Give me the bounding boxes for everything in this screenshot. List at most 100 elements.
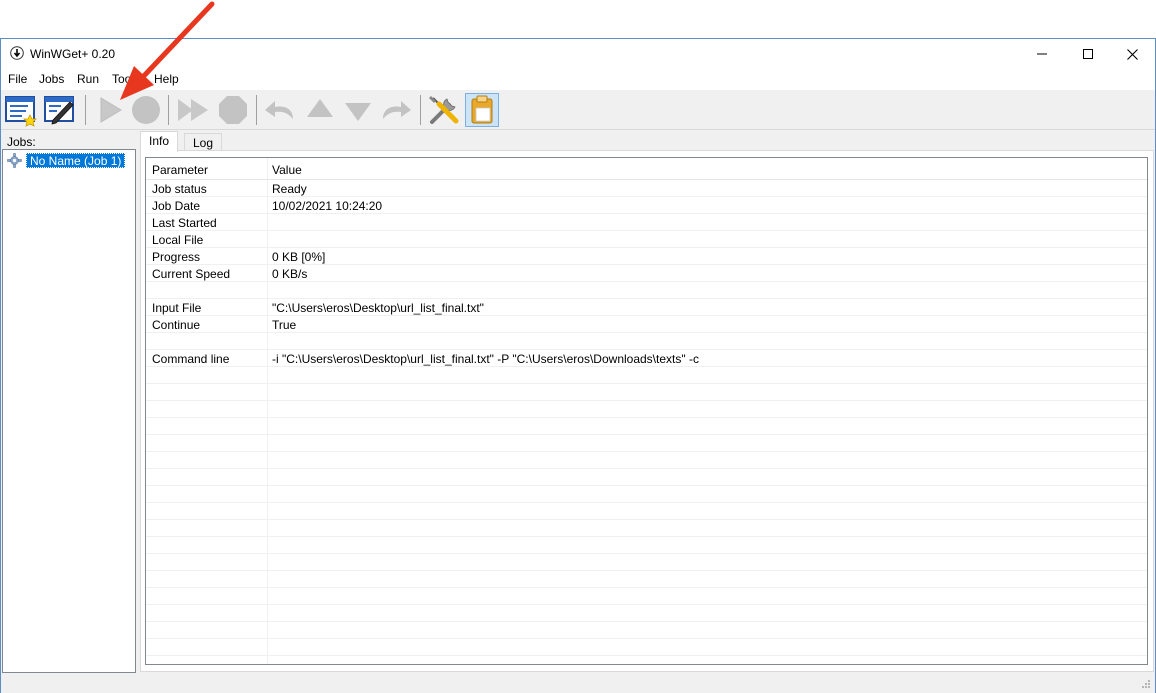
stop-all-button[interactable]: [216, 93, 250, 127]
cell-value: 0 KB/s: [272, 267, 308, 281]
cell-value: 0 KB [0%]: [272, 250, 326, 264]
title-bar[interactable]: WinWGet+ 0.20: [1, 39, 1155, 69]
cell-value: 10/02/2021 10:24:20: [272, 199, 383, 213]
empty-row[interactable]: [146, 554, 1147, 571]
table-row[interactable]: Job status Ready: [146, 180, 1147, 197]
cell-parameter: Local File: [152, 233, 204, 247]
job-label: No Name (Job 1): [26, 153, 126, 168]
cell-parameter: Job Date: [152, 199, 201, 213]
cell-value: True: [272, 318, 297, 332]
table-row[interactable]: Last Started: [146, 214, 1147, 231]
main-window: WinWGet+ 0.20 File Jobs Run Tools Help J…: [0, 38, 1156, 693]
run-all-button[interactable]: [176, 93, 210, 127]
toolbar: [1, 90, 1155, 130]
header-parameter: Parameter: [152, 163, 209, 177]
minimize-button[interactable]: [1019, 39, 1065, 69]
cell-value: Ready: [272, 182, 307, 196]
table-row[interactable]: Command line -i "C:\Users\eros\Desktop\ur…: [146, 350, 1147, 367]
empty-row[interactable]: [146, 469, 1147, 486]
empty-row[interactable]: [146, 605, 1147, 622]
tab-info[interactable]: Info: [140, 131, 179, 152]
menu-tools[interactable]: Tools: [112, 72, 140, 86]
empty-row[interactable]: [146, 639, 1147, 656]
move-bottom-button[interactable]: [379, 93, 413, 127]
close-button[interactable]: [1109, 39, 1155, 69]
toolbar-separator: [420, 95, 421, 125]
maximize-icon: [1083, 49, 1093, 59]
app-icon: [10, 46, 24, 60]
new-job-button[interactable]: [4, 93, 38, 127]
table-row[interactable]: Continue True: [146, 316, 1147, 333]
tab-log[interactable]: Log: [184, 133, 223, 151]
cell-parameter: Last Started: [152, 216, 217, 230]
info-tab-page: Parameter Value Job status Ready Job Date 1…: [140, 150, 1154, 672]
cell-parameter: Progress: [152, 250, 201, 264]
jobs-list[interactable]: No Name (Job 1): [2, 149, 136, 673]
empty-row[interactable]: [146, 571, 1147, 588]
minimize-icon: [1037, 53, 1047, 55]
table-row[interactable]: Local File: [146, 231, 1147, 248]
cell-value: -i "C:\Users\eros\Desktop\url_list_final…: [272, 352, 699, 366]
status-bar: [1, 675, 1155, 693]
toolbar-separator: [168, 95, 169, 125]
run-all-icon: [178, 99, 208, 121]
empty-row[interactable]: [146, 384, 1147, 401]
move-up-button[interactable]: [303, 93, 337, 127]
run-button[interactable]: [93, 93, 127, 127]
screen: WinWGet+ 0.20 File Jobs Run Tools Help J…: [0, 0, 1156, 693]
move-up-icon: [307, 99, 333, 117]
table-row[interactable]: Progress 0 KB [0%]: [146, 248, 1147, 265]
tab-strip: Info Log: [140, 131, 340, 152]
empty-row[interactable]: [146, 418, 1147, 435]
stop-icon: [132, 96, 160, 124]
empty-row[interactable]: [146, 656, 1147, 664]
menu-run[interactable]: Run: [77, 72, 99, 86]
table-row[interactable]: Current Speed 0 KB/s: [146, 265, 1147, 282]
header-value: Value: [272, 163, 302, 177]
move-top-button[interactable]: [263, 93, 297, 127]
empty-row[interactable]: [146, 588, 1147, 605]
empty-row[interactable]: [146, 622, 1147, 639]
empty-row[interactable]: [146, 537, 1147, 554]
info-grid[interactable]: Parameter Value Job status Ready Job Date 1…: [145, 157, 1148, 665]
new-job-icon: [5, 96, 37, 127]
clipboard-button[interactable]: [465, 93, 499, 127]
grid-header: Parameter Value: [146, 158, 1147, 180]
table-row[interactable]: [146, 282, 1147, 299]
empty-row[interactable]: [146, 401, 1147, 418]
empty-row[interactable]: [146, 486, 1147, 503]
move-down-button[interactable]: [341, 93, 375, 127]
gear-icon: [7, 153, 22, 168]
table-row[interactable]: Job Date 10/02/2021 10:24:20: [146, 197, 1147, 214]
resize-grip-icon[interactable]: [1139, 679, 1151, 691]
menu-file[interactable]: File: [8, 72, 27, 86]
stop-all-icon: [219, 96, 247, 124]
move-bottom-icon: [383, 101, 411, 119]
run-icon: [100, 97, 122, 123]
jobs-label: Jobs:: [7, 135, 36, 149]
move-down-icon: [345, 103, 371, 121]
clipboard-icon: [471, 95, 493, 124]
maximize-button[interactable]: [1065, 39, 1111, 69]
empty-row[interactable]: [146, 452, 1147, 469]
table-row[interactable]: [146, 333, 1147, 350]
empty-row[interactable]: [146, 503, 1147, 520]
table-row[interactable]: Input File "C:\Users\eros\Desktop\url_lis…: [146, 299, 1147, 316]
move-top-icon: [265, 101, 293, 119]
menu-bar: File Jobs Run Tools Help: [1, 69, 1155, 90]
menu-help[interactable]: Help: [154, 72, 179, 86]
stop-button[interactable]: [129, 93, 163, 127]
edit-job-button[interactable]: [43, 93, 77, 127]
job-item[interactable]: No Name (Job 1): [7, 153, 126, 168]
cell-parameter: Command line: [152, 352, 230, 366]
cell-parameter: Input File: [152, 301, 202, 315]
window-title: WinWGet+ 0.20: [30, 47, 116, 61]
toolbar-separator: [256, 95, 257, 125]
empty-row[interactable]: [146, 520, 1147, 537]
empty-row[interactable]: [146, 435, 1147, 452]
empty-row[interactable]: [146, 367, 1147, 384]
toolbar-separator: [85, 95, 86, 125]
settings-button[interactable]: [427, 93, 461, 127]
menu-jobs[interactable]: Jobs: [39, 72, 64, 86]
cell-parameter: Current Speed: [152, 267, 231, 281]
